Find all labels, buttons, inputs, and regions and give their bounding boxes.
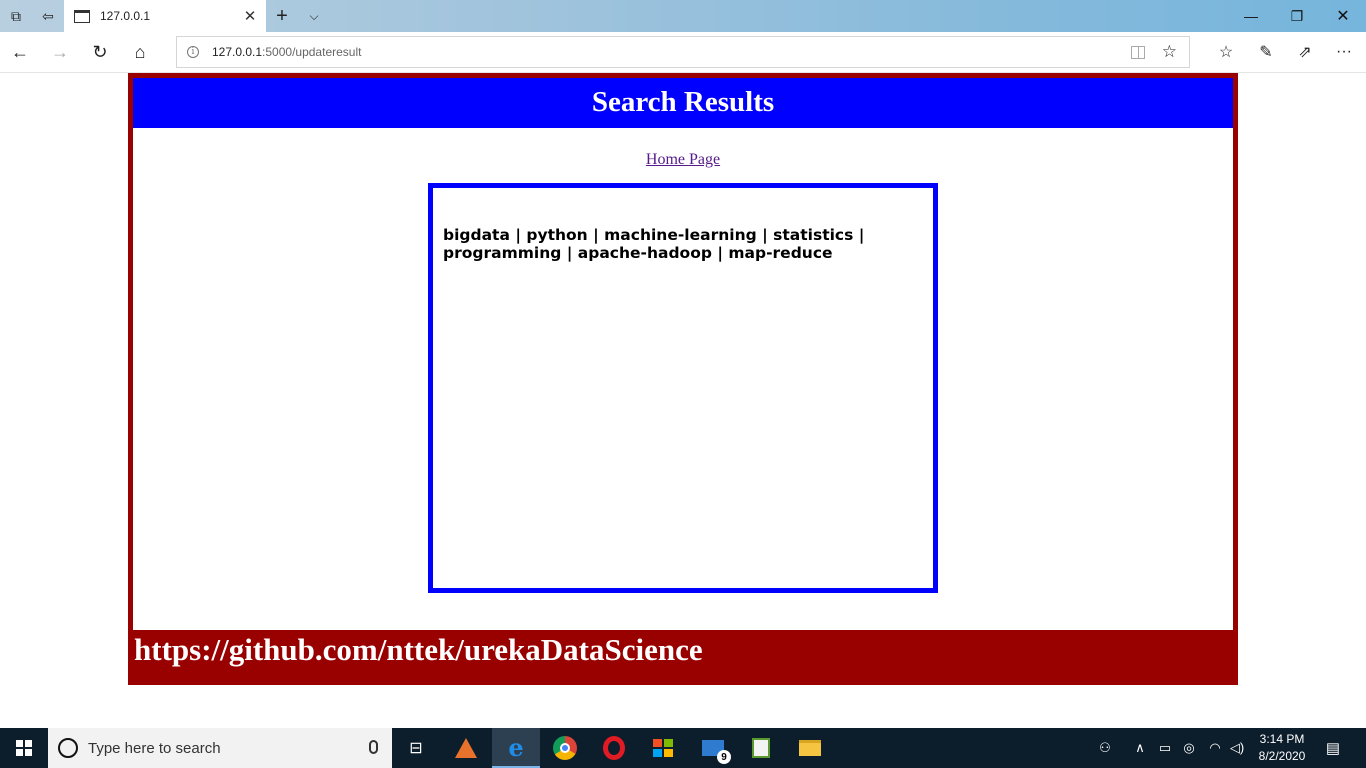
taskbar-mail[interactable]: 9 — [689, 728, 737, 768]
taskbar-file-explorer[interactable] — [786, 728, 834, 768]
chrome-icon — [553, 736, 577, 760]
people-icon[interactable]: ⚇ — [1096, 738, 1114, 758]
folder-icon — [799, 740, 821, 756]
notepad-icon — [752, 738, 770, 758]
favorite-star-icon[interactable]: ☆ — [1162, 42, 1177, 62]
windows-logo-icon — [16, 740, 32, 756]
page-frame: Search Results Home Page bigdata | pytho… — [128, 73, 1238, 685]
url-path: :5000/updateresult — [262, 45, 362, 59]
start-button[interactable] — [0, 728, 48, 768]
tab-actions-icon[interactable]: ⧉ — [0, 0, 32, 32]
new-tab-icon[interactable]: + — [266, 0, 298, 32]
minimize-icon[interactable]: — — [1228, 0, 1274, 32]
home-icon[interactable]: ⌂ — [122, 36, 158, 68]
refresh-icon[interactable]: ↻ — [82, 36, 118, 68]
web-page: Search Results Home Page bigdata | pytho… — [0, 73, 1366, 728]
site-info-icon[interactable]: i — [187, 46, 199, 58]
home-link-container: Home Page — [133, 151, 1233, 169]
clock[interactable]: 3:14 PM 8/2/2020 — [1248, 731, 1316, 765]
home-page-link[interactable]: Home Page — [646, 151, 720, 168]
forward-icon[interactable]: → — [42, 36, 78, 68]
opera-icon — [603, 736, 625, 760]
edge-icon: e — [508, 732, 524, 762]
taskbar-search-box[interactable]: Type here to search — [48, 728, 392, 768]
search-placeholder: Type here to search — [88, 739, 221, 757]
results-box: bigdata | python | machine-learning | st… — [428, 183, 938, 593]
back-icon[interactable]: ← — [2, 36, 38, 68]
page-title: Search Results — [133, 78, 1233, 128]
share-icon[interactable]: ⇗ — [1287, 36, 1323, 68]
cortana-icon — [58, 738, 78, 758]
taskbar-store[interactable] — [639, 728, 687, 768]
web-note-icon[interactable]: ✎ — [1248, 36, 1284, 68]
taskbar-notepad[interactable] — [737, 728, 785, 768]
set-tabs-aside-icon[interactable]: ⇦ — [32, 0, 64, 32]
clock-date: 8/2/2020 — [1258, 749, 1306, 763]
taskbar-matlab[interactable] — [442, 728, 490, 768]
taskbar-opera[interactable] — [590, 728, 638, 768]
volume-icon[interactable]: ◁) — [1228, 738, 1246, 758]
tab-active[interactable]: 127.0.0.1 ✕ — [64, 0, 266, 32]
favorites-icon[interactable]: ☆ — [1208, 36, 1244, 68]
navigation-bar: ← → ↻ ⌂ i 127.0.0.1:5000/updateresult ☆ … — [0, 32, 1366, 73]
restore-icon[interactable]: ❐ — [1274, 0, 1320, 32]
page-icon — [74, 9, 90, 23]
action-center-icon[interactable]: ▤ — [1322, 738, 1344, 758]
more-icon[interactable]: ··· — [1326, 36, 1362, 68]
store-icon — [653, 739, 673, 757]
footer-github-url: https://github.com/nttek/urekaDataScienc… — [133, 630, 1233, 685]
close-tab-icon[interactable]: ✕ — [242, 8, 258, 25]
address-bar[interactable]: i 127.0.0.1:5000/updateresult ☆ — [176, 36, 1190, 68]
task-view-icon: ⊟ — [409, 740, 423, 757]
taskbar-chrome[interactable] — [541, 728, 589, 768]
url-host: 127.0.0.1 — [212, 45, 263, 59]
microphone-icon[interactable] — [369, 740, 378, 754]
taskbar-edge[interactable]: e — [492, 728, 540, 768]
close-window-icon[interactable]: ✕ — [1320, 0, 1366, 32]
tab-title: 127.0.0.1 — [100, 9, 151, 23]
clock-time: 3:14 PM — [1259, 732, 1305, 746]
results-text: bigdata | python | machine-learning | st… — [443, 226, 865, 262]
matlab-icon — [455, 738, 477, 758]
title-bar: ⧉ ⇦ 127.0.0.1 ✕ + ⌵ — ❐ ✕ — [0, 0, 1366, 32]
show-hidden-icons-chevron-icon[interactable]: ∧ — [1132, 738, 1148, 758]
mail-badge: 9 — [717, 750, 731, 764]
url-text[interactable]: 127.0.0.1:5000/updateresult — [212, 45, 361, 59]
reading-view-icon[interactable] — [1131, 46, 1145, 59]
tab-preview-chevron-icon[interactable]: ⌵ — [298, 0, 330, 32]
battery-icon[interactable]: ▭ — [1156, 738, 1174, 758]
task-view-button[interactable]: ⊟ — [392, 728, 440, 768]
taskbar: Type here to search ⊟ e 9 ⚇ ∧ ▭ ◎ ◠ ◁) 3… — [0, 728, 1366, 768]
wifi-icon[interactable]: ◠ — [1206, 738, 1224, 758]
tray-app-icon[interactable]: ◎ — [1180, 738, 1198, 758]
